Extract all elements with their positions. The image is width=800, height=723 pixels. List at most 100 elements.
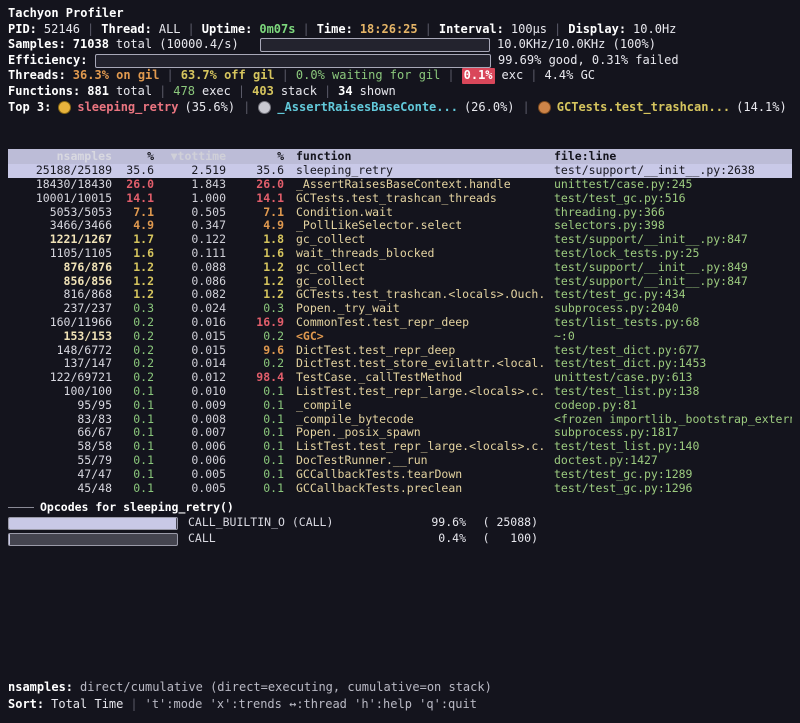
samples-progress-bar <box>260 38 490 52</box>
threads-on-gil: 36.3% on gil <box>73 68 160 84</box>
pid-value: 52146 <box>44 22 80 38</box>
top-function: _AssertRaisesBaseConte... (26.0%) <box>258 100 514 116</box>
opcode-count: ( 25088) <box>466 515 538 531</box>
opcode-bar <box>8 533 178 546</box>
time-label: Time: <box>317 22 353 38</box>
divider: | <box>87 22 94 38</box>
divider: | <box>523 100 530 116</box>
table-row[interactable]: 1105/1105 1.6 0.111 1.6 wait_threads_blo… <box>8 247 792 261</box>
top-function-pct: (35.6%) <box>185 100 236 116</box>
top-function: sleeping_retry (35.6%) <box>58 100 235 116</box>
table-row[interactable]: 18430/18430 26.0 1.843 26.0 _AssertRaise… <box>8 178 792 192</box>
threads-waiting: 0.0% waiting for gil <box>296 68 441 84</box>
cell-nsamples: 45/48 <box>8 481 112 497</box>
table-body: 25188/25189 35.6 2.519 35.6 sleeping_ret… <box>8 164 792 495</box>
uptime-value: 0m07s <box>259 22 295 38</box>
table-row[interactable]: 153/153 0.2 0.015 0.2 <GC> ~:0 <box>8 330 792 344</box>
medal-icon <box>258 101 271 114</box>
threads-label: Threads: <box>8 68 66 84</box>
samples-total: 71038 <box>73 37 109 53</box>
opcode-pct: 0.4% <box>418 531 466 547</box>
opcodes-section: Opcodes for sleeping_retry() CALL_BUILTI… <box>8 500 792 547</box>
medal-icon <box>538 101 551 114</box>
top-function: GCTests.test_trashcan... (14.1%) <box>538 100 787 116</box>
divider: | <box>554 22 561 38</box>
table-row[interactable]: 83/83 0.1 0.008 0.1 _compile_bytecode <f… <box>8 413 792 427</box>
header-cumulative-pct[interactable]: % <box>226 149 284 165</box>
divider: | <box>130 697 137 713</box>
opcode-bar-fill <box>9 534 10 545</box>
functions-stack: 403 <box>252 84 274 100</box>
divider: | <box>447 68 454 84</box>
table-row[interactable]: 856/856 1.2 0.086 1.2 gc_collect test/su… <box>8 275 792 289</box>
table-row[interactable]: 45/48 0.1 0.005 0.1 GCCallbackTests.prec… <box>8 481 792 495</box>
status-line: PID: 52146 | Thread: ALL | Uptime: 0m07s… <box>8 22 792 38</box>
display-value: 10.0Hz <box>633 22 676 38</box>
header-nsamples[interactable]: nsamples <box>8 149 112 165</box>
opcode-count: ( 100) <box>466 531 538 547</box>
functions-shown: 34 <box>338 84 352 100</box>
opcode-name: CALL <box>178 531 418 547</box>
header-direct-pct[interactable]: % <box>112 149 154 165</box>
table-row[interactable]: 237/237 0.3 0.024 0.3 Popen._try_wait su… <box>8 302 792 316</box>
app-title: Tachyon Profiler <box>8 6 124 22</box>
table-row[interactable]: 160/11966 0.2 0.016 16.9 CommonTest.test… <box>8 316 792 330</box>
sort-label: Sort: <box>8 697 44 713</box>
table-row[interactable]: 95/95 0.1 0.009 0.1 _compile codeop.py:8… <box>8 399 792 413</box>
legend-line: nsamples: direct/cumulative (direct=exec… <box>8 680 792 697</box>
thread-value[interactable]: ALL <box>159 22 181 38</box>
medal-icon <box>58 101 71 114</box>
table-row[interactable]: 10001/10015 14.1 1.000 14.1 GCTests.test… <box>8 192 792 206</box>
top-function-name: _AssertRaisesBaseConte... <box>277 100 458 116</box>
divider: | <box>238 84 245 100</box>
opcodes-divider <box>8 507 34 508</box>
sort-value[interactable]: Total Time <box>51 697 123 713</box>
table-row[interactable]: 5053/5053 7.1 0.505 7.1 Condition.wait t… <box>8 206 792 220</box>
table-row[interactable]: 3466/3466 4.9 0.347 4.9 _PollLikeSelecto… <box>8 219 792 233</box>
divider: | <box>188 22 195 38</box>
divider: | <box>282 68 289 84</box>
opcode-row: CALL 0.4% ( 100) <box>8 531 792 547</box>
functions-table: nsamples % ▼tottime % function file:line… <box>8 149 792 495</box>
divider: | <box>530 68 537 84</box>
samples-group: Samples: 71038 total (10000.4/s) <box>8 37 253 53</box>
table-row[interactable]: 876/876 1.2 0.088 1.2 gc_collect test/su… <box>8 261 792 275</box>
efficiency-label: Efficiency: <box>8 53 88 69</box>
opcodes-title: Opcodes for sleeping_retry() <box>40 500 234 516</box>
table-row[interactable]: 25188/25189 35.6 2.519 35.6 sleeping_ret… <box>8 164 792 178</box>
table-row[interactable]: 137/147 0.2 0.014 0.2 DictTest.test_stor… <box>8 357 792 371</box>
efficiency-text: 99.69% good, 0.31% failed <box>498 53 679 69</box>
thread-label: Thread: <box>101 22 152 38</box>
table-row[interactable]: 58/58 0.1 0.006 0.1 ListTest.test_repr_l… <box>8 440 792 454</box>
opcode-body: CALL_BUILTIN_O (CALL) 99.6% ( 25088) CAL… <box>8 515 792 547</box>
table-row[interactable]: 148/6772 0.2 0.015 9.6 DictTest.test_rep… <box>8 344 792 358</box>
table-row[interactable]: 1221/1267 1.7 0.122 1.8 gc_collect test/… <box>8 233 792 247</box>
opcode-name: CALL_BUILTIN_O (CALL) <box>178 515 418 531</box>
table-row[interactable]: 122/69721 0.2 0.012 98.4 TestCase._callT… <box>8 371 792 385</box>
table-row[interactable]: 55/79 0.1 0.006 0.1 DocTestRunner.__run … <box>8 454 792 468</box>
cell-function: GCCallbackTests.preclean <box>284 481 548 497</box>
interval-label: Interval: <box>439 22 504 38</box>
legend-label: nsamples: <box>8 680 73 696</box>
cell-file-line: test/test_gc.py:1296 <box>548 481 792 497</box>
divider: | <box>425 22 432 38</box>
functions-shown-label: shown <box>360 84 396 100</box>
threads-exc-label: exc <box>502 68 524 84</box>
opcode-bar-fill <box>9 518 176 529</box>
header-file-line[interactable]: file:line <box>548 149 792 165</box>
top3-label: Top 3: <box>8 100 51 116</box>
table-row[interactable]: 100/100 0.1 0.010 0.1 ListTest.test_repr… <box>8 385 792 399</box>
title-line: Tachyon Profiler <box>8 6 792 22</box>
header-tottime-sorted[interactable]: ▼tottime <box>154 149 226 165</box>
divider: | <box>302 22 309 38</box>
table-row[interactable]: 47/47 0.1 0.005 0.1 GCCallbackTests.tear… <box>8 468 792 482</box>
profiler-screen: Tachyon Profiler PID: 52146 | Thread: AL… <box>0 0 800 723</box>
legend-text: direct/cumulative (direct=executing, cum… <box>80 680 492 696</box>
table-row[interactable]: 66/67 0.1 0.007 0.1 Popen._posix_spawn s… <box>8 426 792 440</box>
interval-value: 100μs <box>511 22 547 38</box>
table-row[interactable]: 816/868 1.2 0.082 1.2 GCTests.test_trash… <box>8 288 792 302</box>
functions-total-label: total <box>116 84 152 100</box>
samples-total-suffix: total (10000.4/s) <box>116 37 239 53</box>
header-function[interactable]: function <box>284 149 548 165</box>
uptime-label: Uptime: <box>202 22 253 38</box>
